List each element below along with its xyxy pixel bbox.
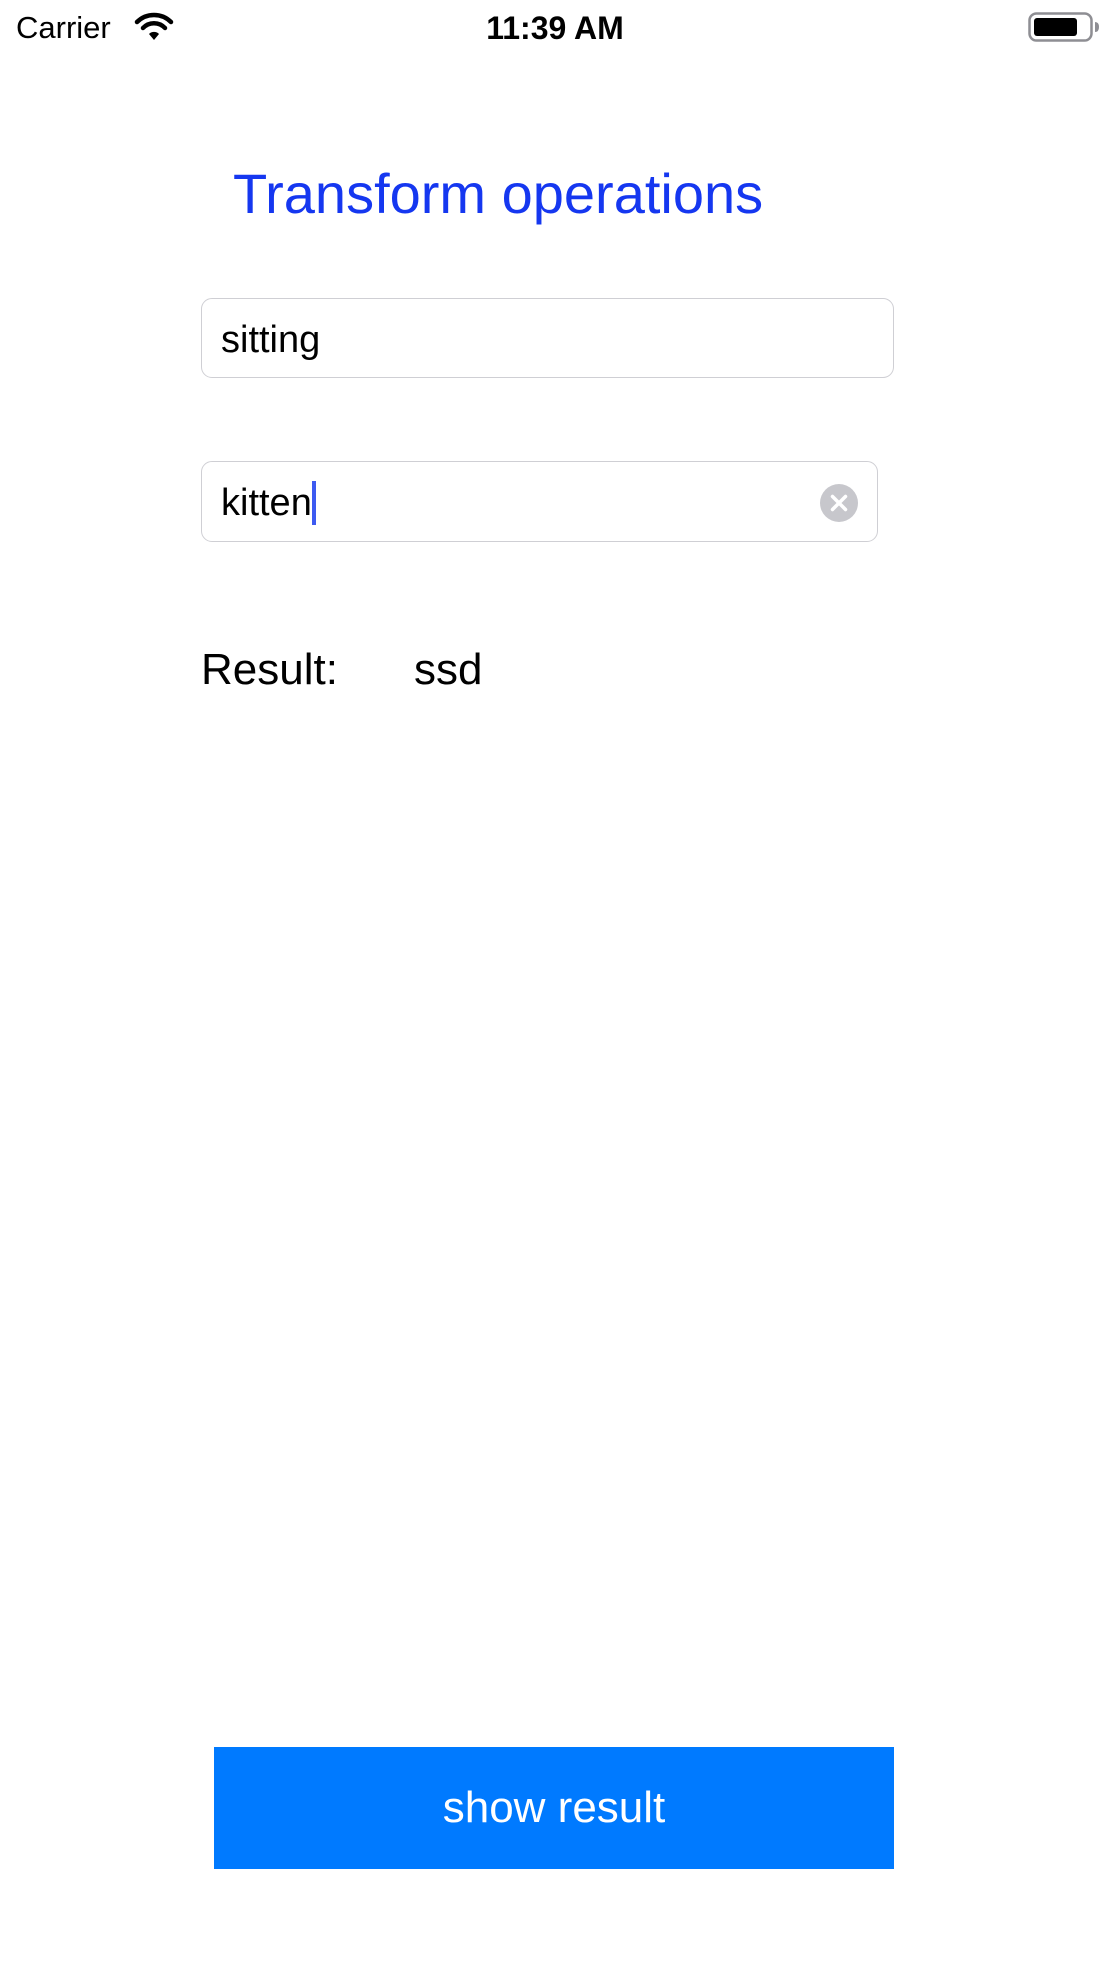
status-time: 11:39 AM [486, 10, 624, 46]
page-title: Transform operations [233, 162, 764, 225]
show-result-button[interactable]: show result [214, 1747, 894, 1869]
battery-icon [1028, 12, 1100, 42]
text-caret [311, 481, 316, 525]
clear-circle-icon[interactable] [820, 484, 858, 522]
status-bar: Carrier 11:39 AM [0, 0, 1110, 56]
first-string-input[interactable]: sitting [201, 298, 894, 378]
second-string-value: kitten [221, 482, 312, 524]
result-label: Result: [201, 645, 338, 694]
second-string-input[interactable]: kitten [201, 461, 878, 542]
result-value: ssd [414, 645, 483, 694]
second-string-text: kitten [221, 481, 316, 525]
first-string-value: sitting [221, 319, 321, 361]
